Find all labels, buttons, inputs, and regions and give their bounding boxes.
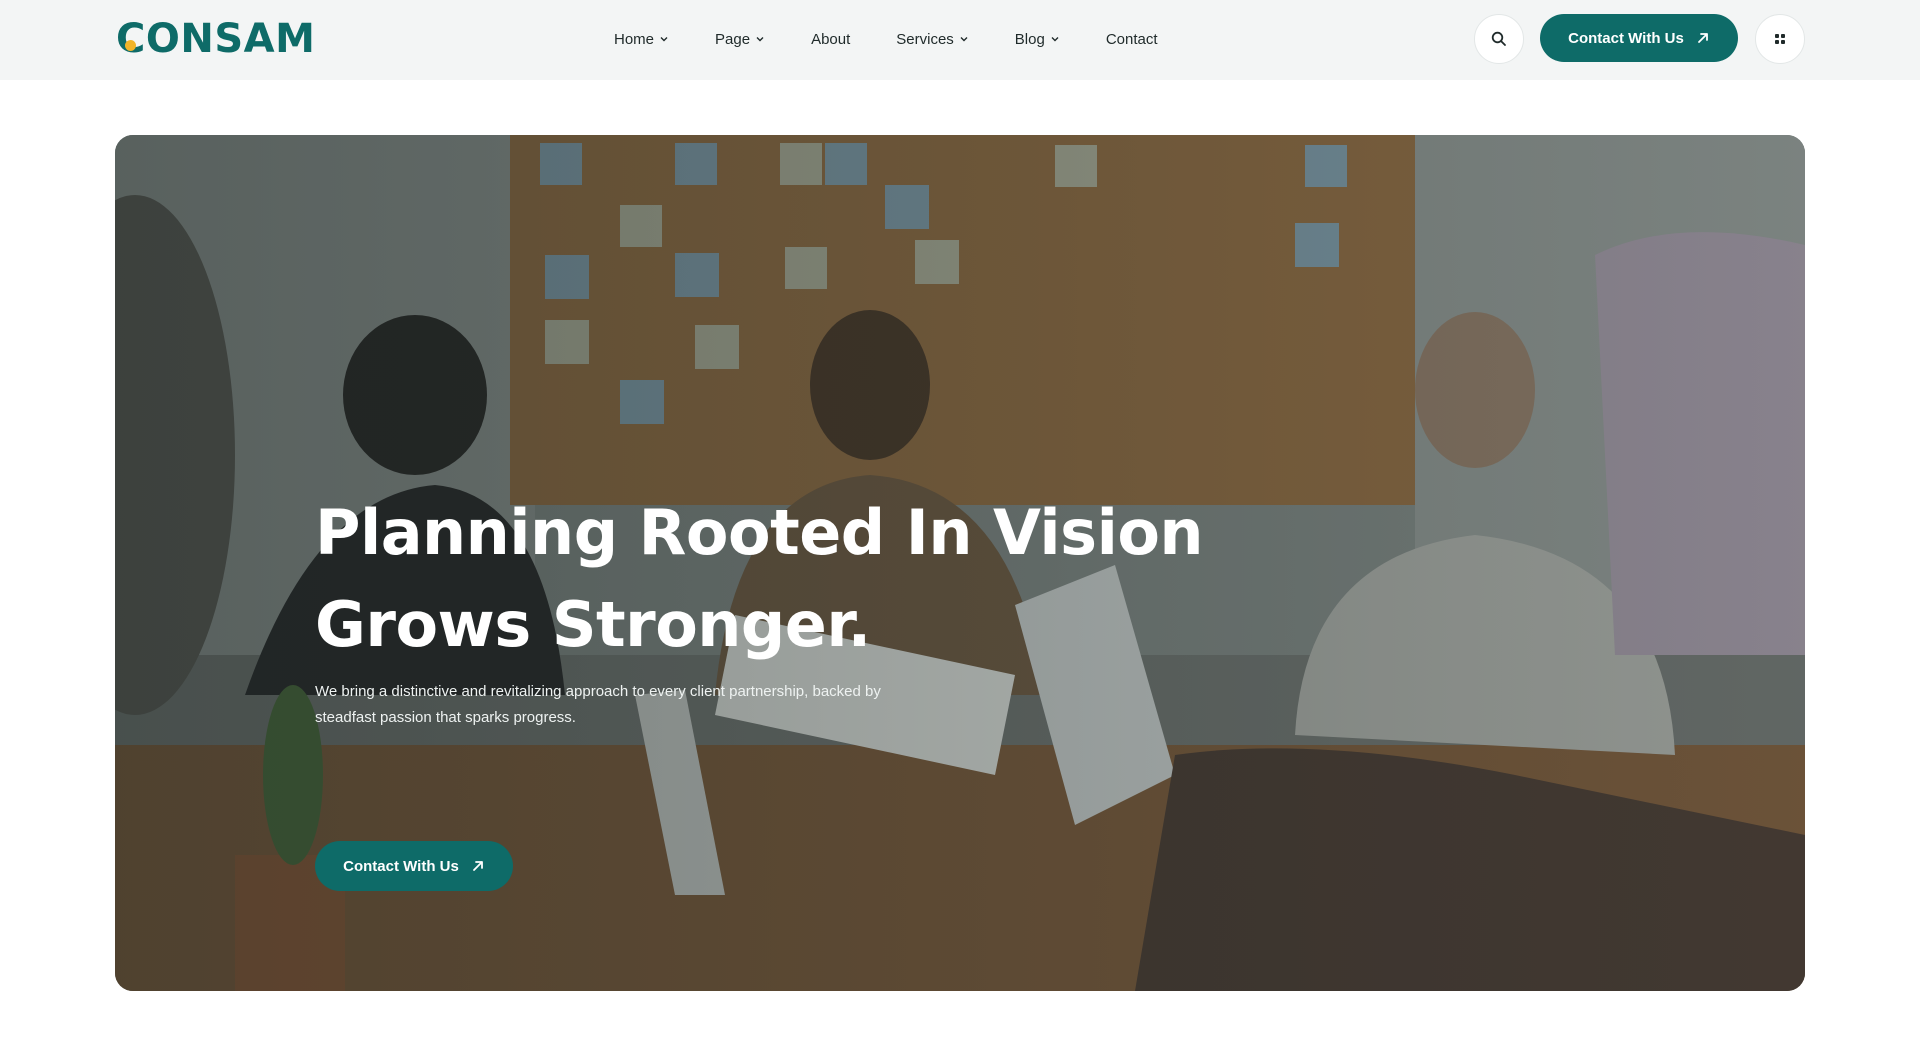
nav-label: Contact [1105,30,1158,48]
menu-toggle-button[interactable] [1755,14,1805,64]
nav-item-page[interactable]: Page [715,31,765,48]
nav-label: Blog [1014,30,1045,48]
nav-label: Page [715,30,751,48]
hero-title-line-2: Grows Stronger. [315,588,871,661]
chevron-down-icon [756,37,764,42]
chevron-down-icon [660,37,668,42]
nav-label: About [811,30,851,48]
chevron-down-icon [1051,37,1059,42]
search-icon [1491,31,1506,46]
arrow-up-right-icon [1697,33,1708,43]
brand-logo[interactable]: C ONSAM [116,14,315,64]
nav-item-contact[interactable]: Contact [1106,31,1158,48]
grid-icon [1775,34,1785,44]
hero-subtitle-line-2: steadfast passion that sparks progress. [315,709,576,726]
contact-button-label: Contact With Us [1568,29,1684,47]
main-nav: Home Page About Services Blog Contact [614,0,1204,78]
nav-item-about[interactable]: About [811,31,850,48]
hero-contact-button-label: Contact With Us [343,857,459,875]
nav-item-home[interactable]: Home [614,31,669,48]
nav-label: Home [614,30,655,48]
logo-letter-c: C [116,16,146,62]
nav-item-blog[interactable]: Blog [1015,31,1060,48]
hero-subtitle: We bring a distinctive and revitalizing … [315,679,955,731]
contact-with-us-button[interactable]: Contact With Us [1540,14,1738,62]
chevron-down-icon [960,37,968,42]
hero-subtitle-line-1: We bring a distinctive and revitalizing … [315,683,881,700]
logo-dot [125,40,136,51]
hero-title: Planning Rooted In Vision Grows Stronger… [315,487,1215,671]
search-button[interactable] [1474,14,1524,64]
arrow-up-right-icon [472,861,483,871]
hero-title-line-1: Planning Rooted In Vision [315,496,1204,569]
site-header: C ONSAM Home Page About Services Blog Con… [0,0,1920,80]
nav-label: Services [896,30,954,48]
nav-item-services[interactable]: Services [896,31,969,48]
logo-text: ONSAM [145,16,316,62]
hero-section: Planning Rooted In Vision Grows Stronger… [115,135,1805,991]
hero-contact-button[interactable]: Contact With Us [315,841,513,891]
